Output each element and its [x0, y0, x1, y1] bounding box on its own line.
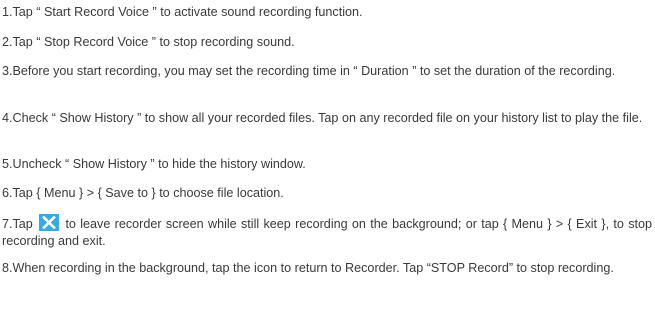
step-4: 4.Check “ Show History ” to show all you…: [2, 111, 643, 125]
step-7-trail-text: to leave recorder screen while still kee…: [2, 217, 652, 248]
step-6: 6.Tap { Menu } > { Save to } to choose f…: [2, 186, 284, 200]
step-7-lead-text: 7.Tap: [2, 217, 33, 231]
step-1: 1.Tap “ Start Record Voice ” to activate…: [2, 5, 363, 19]
step-7: 7.Tap to leave recorder screen while sti…: [2, 214, 652, 250]
step-2: 2.Tap “ Stop Record Voice ” to stop reco…: [2, 35, 295, 49]
step-5: 5.Uncheck “ Show History ” to hide the h…: [2, 157, 306, 171]
close-icon: [39, 214, 60, 231]
step-8: 8.When recording in the background, tap …: [2, 261, 614, 275]
step-3: 3.Before you start recording, you may se…: [2, 64, 616, 78]
